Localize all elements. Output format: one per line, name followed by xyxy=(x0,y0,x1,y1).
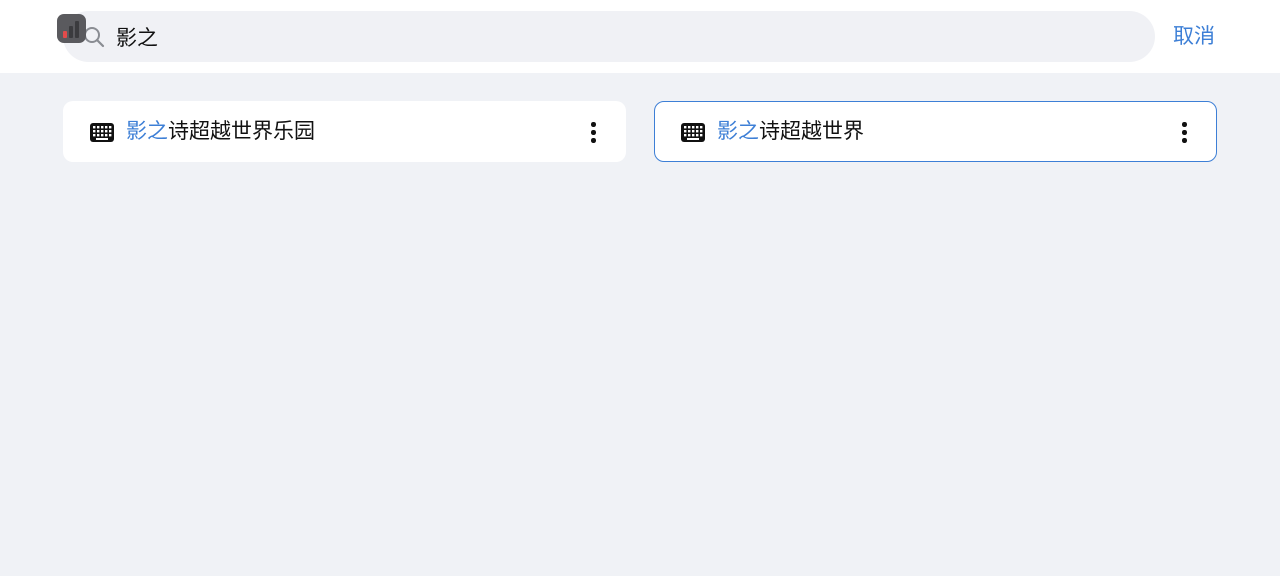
keyboard-icon xyxy=(681,123,705,142)
result-card[interactable]: 影之诗超越世界 xyxy=(654,101,1217,162)
keyboard-icon xyxy=(90,123,114,142)
result-title: 影之诗超越世界乐园 xyxy=(126,102,315,160)
result-title-highlight: 影之 xyxy=(717,119,759,143)
result-title-rest: 诗超越世界乐园 xyxy=(168,119,315,143)
result-card[interactable]: 影之诗超越世界乐园 xyxy=(63,101,626,162)
result-title: 影之诗超越世界 xyxy=(717,102,864,160)
result-title-rest: 诗超越世界 xyxy=(759,119,864,143)
search-bar[interactable] xyxy=(63,11,1155,62)
cancel-button[interactable]: 取消 xyxy=(1166,20,1222,52)
result-title-highlight: 影之 xyxy=(126,119,168,143)
more-options-icon[interactable] xyxy=(1174,120,1194,144)
search-header: 取消 xyxy=(0,0,1280,73)
search-input[interactable] xyxy=(116,11,1116,62)
app-badge-icon xyxy=(57,14,86,43)
more-options-icon[interactable] xyxy=(583,120,603,144)
search-icon xyxy=(84,27,105,48)
